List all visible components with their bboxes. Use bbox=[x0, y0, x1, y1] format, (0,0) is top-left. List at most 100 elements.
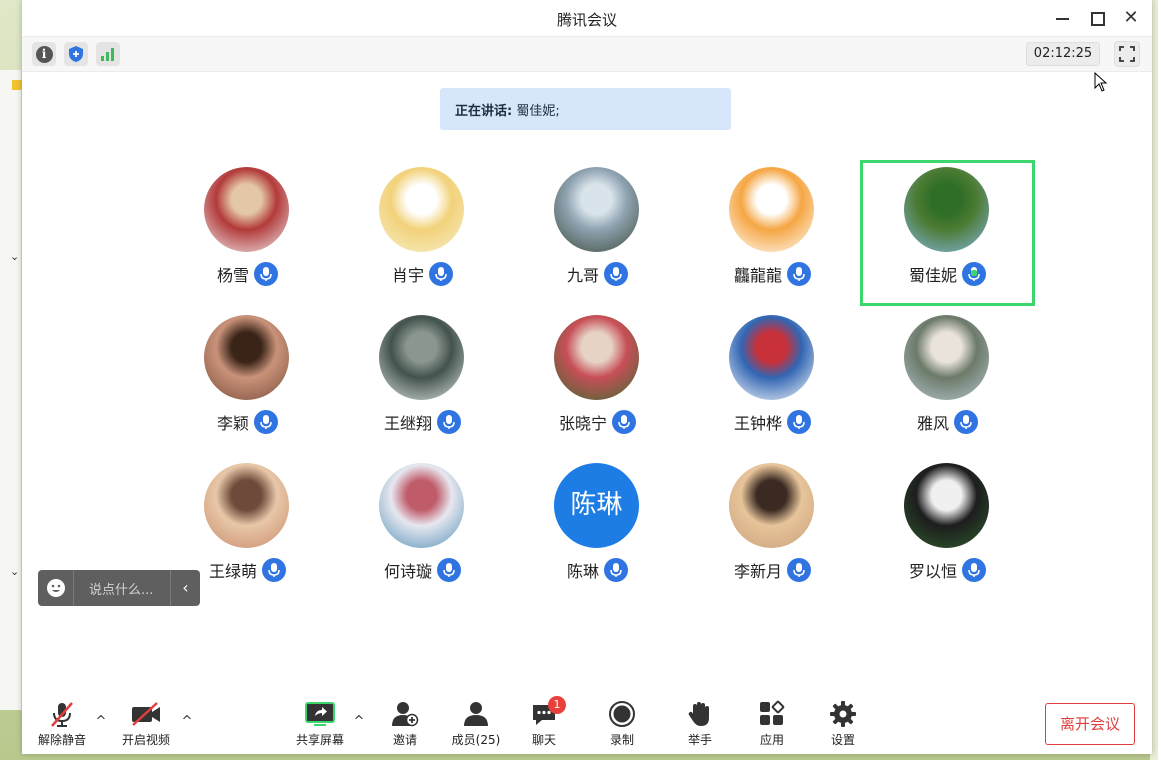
speaking-label: 正在讲话: bbox=[455, 104, 513, 119]
participant-tile[interactable]: 李颖 bbox=[160, 308, 335, 454]
participant-name: 杨雪 bbox=[216, 266, 249, 285]
participant-name: 雅风 bbox=[916, 414, 949, 433]
members-button[interactable]: 成员(25) bbox=[446, 700, 506, 748]
title-bar: 腾讯会议 ✕ bbox=[22, 0, 1152, 36]
participant-name: 九哥 bbox=[566, 266, 599, 285]
signal-icon bbox=[101, 48, 114, 61]
record-button[interactable]: 录制 bbox=[592, 700, 652, 748]
participant-name: 陈琳 bbox=[566, 562, 599, 581]
participant-tile[interactable]: 肖宇 bbox=[335, 160, 510, 306]
minimize-button[interactable] bbox=[1052, 8, 1074, 28]
background-chevron-icon: ⌄ bbox=[10, 250, 20, 263]
raise-hand-button[interactable]: 举手 bbox=[670, 700, 730, 748]
record-icon bbox=[609, 701, 635, 727]
mic-icon bbox=[429, 262, 453, 286]
smile-icon bbox=[46, 579, 65, 597]
shield-icon bbox=[69, 46, 83, 62]
mic-muted-icon bbox=[51, 702, 73, 727]
mic-icon bbox=[437, 410, 461, 434]
audio-options-caret[interactable]: ^ bbox=[94, 714, 108, 729]
active-speaker-banner: 正在讲话: 蜀佳妮; bbox=[440, 88, 731, 130]
participant-tile[interactable]: 陈琳 陈琳 bbox=[510, 456, 685, 602]
apps-label: 应用 bbox=[759, 733, 784, 747]
fullscreen-icon bbox=[1119, 46, 1135, 62]
security-button[interactable] bbox=[64, 42, 88, 66]
avatar[interactable] bbox=[204, 167, 289, 252]
fullscreen-button[interactable] bbox=[1114, 41, 1140, 67]
avatar[interactable] bbox=[904, 315, 989, 400]
quick-chat-box[interactable]: 说点什么... ‹ bbox=[38, 570, 200, 606]
speaking-names: 蜀佳妮; bbox=[516, 104, 560, 119]
mic-icon bbox=[262, 558, 286, 582]
participant-name-row: 王继翔 bbox=[335, 409, 510, 435]
chat-button[interactable]: 1 聊天 bbox=[514, 696, 574, 748]
avatar[interactable] bbox=[379, 315, 464, 400]
avatar[interactable] bbox=[729, 167, 814, 252]
background-chevron-icon: ⌄ bbox=[10, 565, 20, 578]
collapse-chat-button[interactable]: ‹ bbox=[170, 570, 200, 606]
participant-name-row: 九哥 bbox=[510, 261, 685, 287]
participant-tile[interactable]: 杨雪 bbox=[160, 160, 335, 306]
share-screen-button[interactable]: 共享屏幕 bbox=[290, 700, 350, 748]
participant-name-row: 雅风 bbox=[860, 409, 1035, 435]
unmute-button[interactable]: 解除静音 bbox=[32, 700, 92, 748]
video-options-caret[interactable]: ^ bbox=[180, 714, 194, 729]
share-options-caret[interactable]: ^ bbox=[352, 714, 366, 729]
add-user-icon bbox=[392, 702, 419, 727]
participant-tile[interactable]: 何诗璇 bbox=[335, 456, 510, 602]
network-status-button[interactable] bbox=[96, 42, 120, 66]
participant-tile[interactable]: 王钟桦 bbox=[685, 308, 860, 454]
avatar[interactable] bbox=[379, 463, 464, 548]
avatar[interactable] bbox=[729, 315, 814, 400]
share-screen-icon bbox=[305, 702, 335, 726]
maximize-button[interactable] bbox=[1086, 8, 1108, 28]
invite-button[interactable]: 邀请 bbox=[375, 700, 435, 748]
participant-tile[interactable]: 罗以恒 bbox=[860, 456, 1035, 602]
mic-icon bbox=[612, 410, 636, 434]
participant-tile[interactable]: 雅风 bbox=[860, 308, 1035, 454]
mic-icon bbox=[254, 410, 278, 434]
mic-icon bbox=[954, 410, 978, 434]
avatar[interactable] bbox=[554, 315, 639, 400]
avatar[interactable] bbox=[204, 463, 289, 548]
participant-name: 王继翔 bbox=[383, 414, 432, 433]
participant-name: 肖宇 bbox=[391, 266, 424, 285]
participant-name-row: 李新月 bbox=[685, 557, 860, 583]
participant-name: 王绿萌 bbox=[208, 562, 257, 581]
participant-name: 王钟桦 bbox=[733, 414, 782, 433]
settings-button[interactable]: 设置 bbox=[813, 700, 873, 748]
meeting-info-button[interactable]: i bbox=[32, 42, 56, 66]
avatar[interactable]: 陈琳 bbox=[554, 463, 639, 548]
avatar[interactable] bbox=[554, 167, 639, 252]
avatar[interactable] bbox=[729, 463, 814, 548]
meeting-timer: 02:12:25 bbox=[1026, 42, 1100, 66]
participant-tile[interactable]: 龘龍龍 bbox=[685, 160, 860, 306]
bottom-toolbar: 解除静音 ^ 开启视频 ^ 共享屏幕 ^ 邀请 成员(25) 1 聊天 录制 举… bbox=[22, 690, 1152, 754]
emoji-button[interactable] bbox=[38, 570, 74, 606]
mic-icon bbox=[787, 410, 811, 434]
mouse-cursor-icon bbox=[1094, 72, 1108, 92]
avatar[interactable] bbox=[379, 167, 464, 252]
avatar[interactable] bbox=[204, 315, 289, 400]
leave-meeting-button[interactable]: 离开会议 bbox=[1045, 703, 1135, 745]
background-app-icon bbox=[12, 80, 22, 90]
meeting-window: 腾讯会议 ✕ i 02:12:25 正在讲话: 蜀佳妮; 杨雪 肖宇 九哥 龘龍… bbox=[22, 0, 1152, 754]
participant-tile[interactable]: 王继翔 bbox=[335, 308, 510, 454]
participant-tile[interactable]: 蜀佳妮 bbox=[860, 160, 1035, 306]
mic-icon bbox=[604, 262, 628, 286]
chat-input-placeholder[interactable]: 说点什么... bbox=[74, 579, 170, 598]
participant-tile[interactable]: 张晓宁 bbox=[510, 308, 685, 454]
participant-tile[interactable]: 九哥 bbox=[510, 160, 685, 306]
close-button[interactable]: ✕ bbox=[1120, 8, 1142, 28]
gear-icon bbox=[830, 701, 856, 727]
participant-name: 何诗璇 bbox=[383, 562, 432, 581]
avatar[interactable] bbox=[904, 463, 989, 548]
start-video-button[interactable]: 开启视频 bbox=[116, 700, 176, 748]
apps-button[interactable]: 应用 bbox=[742, 700, 802, 748]
avatar[interactable] bbox=[904, 167, 989, 252]
share-screen-label: 共享屏幕 bbox=[295, 733, 344, 747]
participant-tile[interactable]: 李新月 bbox=[685, 456, 860, 602]
hand-icon bbox=[688, 702, 709, 726]
window-title: 腾讯会议 bbox=[556, 11, 617, 29]
info-icon: i bbox=[35, 45, 53, 63]
